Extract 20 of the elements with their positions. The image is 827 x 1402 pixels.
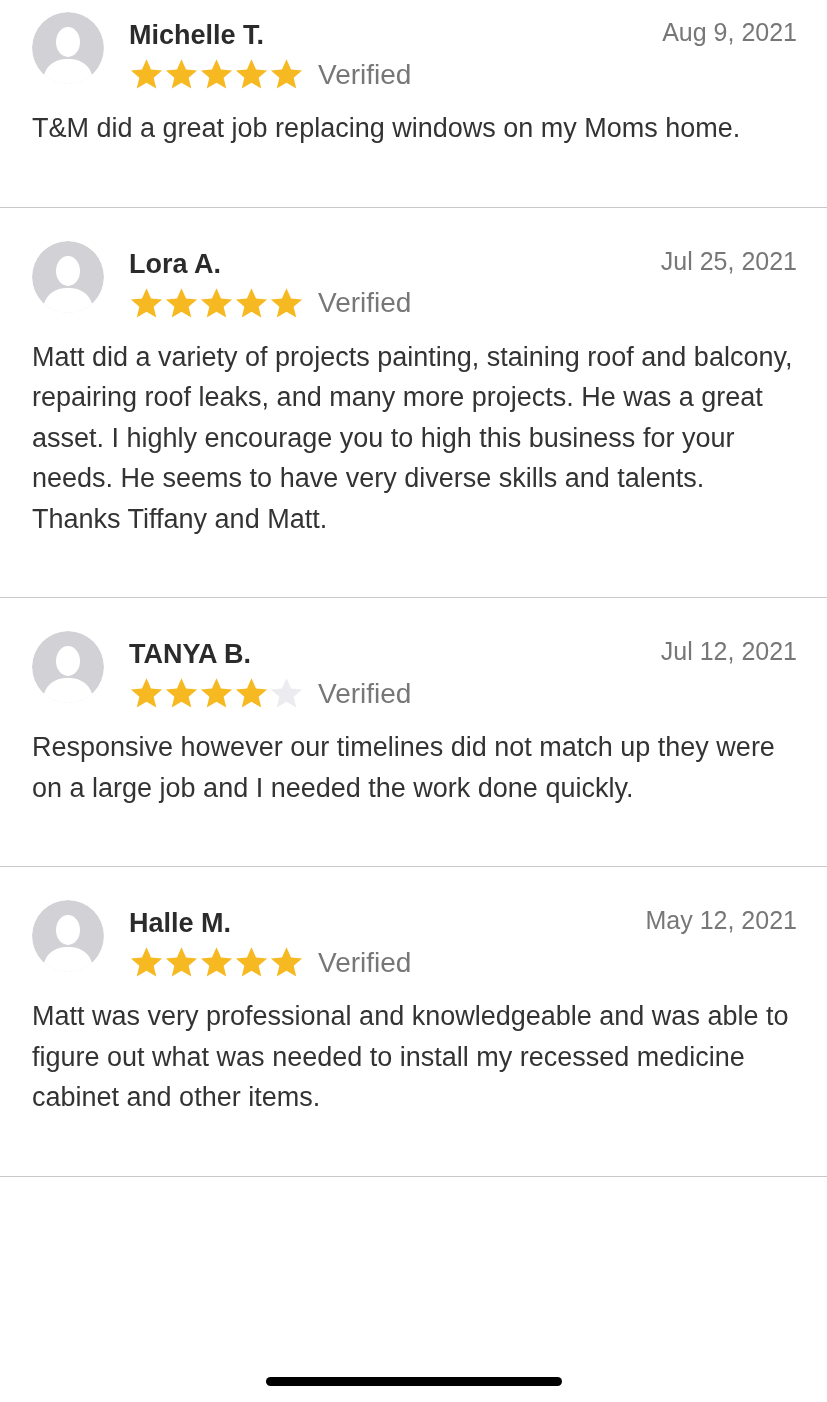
review-text: T&M did a great job replacing windows on my Moms home. [32, 112, 742, 145]
review-text: Responsive however our timelines did not match up they were on a large job and I needed the work done quickly. [32, 731, 776, 805]
review-date: May 12, 2021 [645, 906, 797, 935]
verified-label: Verified [318, 58, 412, 91]
reviewer-name: Halle M. [129, 908, 232, 939]
review-date: Jul 12, 2021 [660, 637, 797, 666]
verified-label: Verified [318, 287, 412, 319]
reviewer-name: Michelle T. [129, 20, 265, 51]
reviewer-name: Lora A. [129, 248, 221, 280]
avatar-icon [32, 631, 104, 703]
review-date: Aug 9, 2021 [662, 18, 797, 47]
review-date: Jul 25, 2021 [660, 246, 797, 276]
review-text: Matt was very professional and knowledgeable and was able to figure out what was needed to install my recessed medicine cabinet and other items. [32, 1000, 790, 1114]
avatar-icon [32, 240, 104, 313]
verified-label: Verified [318, 946, 412, 979]
avatar-icon [32, 12, 104, 84]
avatar-icon [32, 900, 104, 972]
reviewer-name: TANYA B. [129, 639, 251, 670]
verified-label: Verified [318, 677, 412, 710]
review-text: Matt did a variety of projects painting, staining roof and balcony, repairing roof leaks, and many more projects. He was a great asset. I highly encourage you to high this business for your needs. He seems to have very diverse skills and talents. Thanks Tiffany and Matt. [32, 340, 794, 536]
